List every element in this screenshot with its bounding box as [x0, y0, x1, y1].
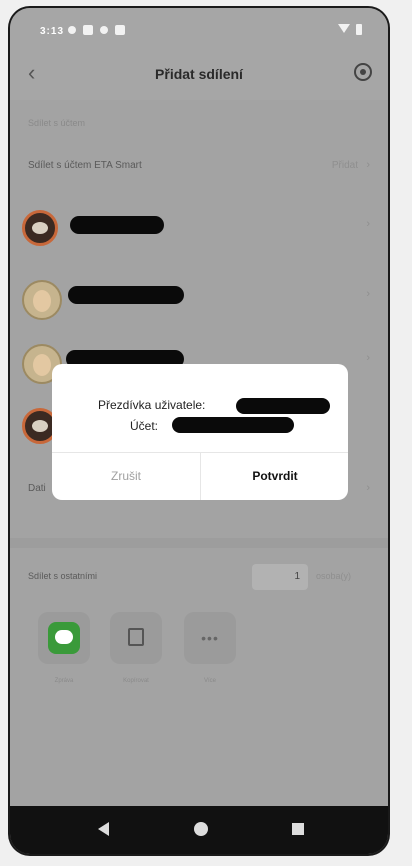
system-icons — [338, 24, 362, 35]
user-row[interactable]: › — [10, 274, 388, 334]
section-label: Sdílet s účtem — [28, 118, 86, 128]
more-share-button[interactable]: ••• — [184, 612, 236, 664]
avatar — [22, 280, 62, 320]
mail-icon — [115, 25, 125, 35]
copy-share-label: Kopírovat — [123, 678, 149, 684]
more-share-label: Více — [203, 678, 216, 684]
phone-frame: 3:13 ‹ Přidat sdílení Sdílet s účtem Sdí… — [8, 6, 390, 856]
chevron-right-icon: › — [366, 288, 370, 300]
cancel-button[interactable]: Zrušit — [52, 452, 200, 500]
nav-back-icon[interactable] — [98, 822, 109, 836]
partial-row-label: Dati — [28, 483, 46, 494]
notification-icons — [68, 25, 125, 35]
nickname-label: Přezdívka uživatele: — [98, 398, 206, 412]
redacted-name — [70, 216, 164, 234]
status-time: 3:13 — [40, 26, 65, 37]
chevron-right-icon: › — [366, 159, 370, 171]
people-unit: osoba(y) — [316, 571, 352, 581]
chevron-right-icon: › — [366, 218, 370, 230]
battery-icon — [356, 24, 362, 35]
nav-recents-icon[interactable] — [292, 823, 304, 835]
redacted-name — [68, 286, 184, 304]
account-label: Účet: — [130, 419, 159, 433]
dot-icon — [68, 26, 76, 34]
redacted-nickname — [236, 398, 330, 414]
screen: 3:13 ‹ Přidat sdílení Sdílet s účtem Sdí… — [10, 8, 388, 854]
page-title: Přidat sdílení — [155, 66, 243, 82]
copy-share-button[interactable] — [110, 612, 162, 664]
message-share-label: Zpráva — [54, 678, 74, 684]
app-icon — [83, 25, 93, 35]
share-others-label: Sdílet s ostatními — [28, 571, 98, 581]
status-bar: 3:13 — [10, 8, 388, 52]
chevron-right-icon: › — [366, 482, 370, 494]
more-icon: ••• — [201, 630, 219, 646]
message-icon — [48, 622, 80, 654]
chevron-right-icon: › — [366, 352, 370, 364]
android-nav-bar — [10, 806, 388, 854]
confirm-button[interactable]: Potvrdit — [201, 452, 348, 500]
people-count-input[interactable]: 1 — [252, 564, 308, 590]
wifi-icon — [338, 24, 350, 33]
user-row[interactable]: › — [10, 204, 388, 264]
redacted-account — [172, 417, 294, 433]
app-header: ‹ Přidat sdílení — [10, 52, 388, 100]
avatar — [22, 210, 58, 246]
user-info-dialog: Přezdívka uživatele: Účet: Zrušit Potvrd… — [52, 364, 348, 500]
nav-home-icon[interactable] — [194, 822, 208, 836]
settings-icon — [100, 26, 108, 34]
eta-share-label: Sdílet s účtem ETA Smart — [28, 160, 142, 171]
people-count: 1 — [294, 571, 300, 582]
copy-icon — [128, 628, 144, 646]
section-divider — [10, 538, 388, 548]
message-share-button[interactable] — [38, 612, 90, 664]
settings-icon[interactable] — [354, 63, 372, 81]
add-action[interactable]: Přidat — [332, 160, 358, 171]
